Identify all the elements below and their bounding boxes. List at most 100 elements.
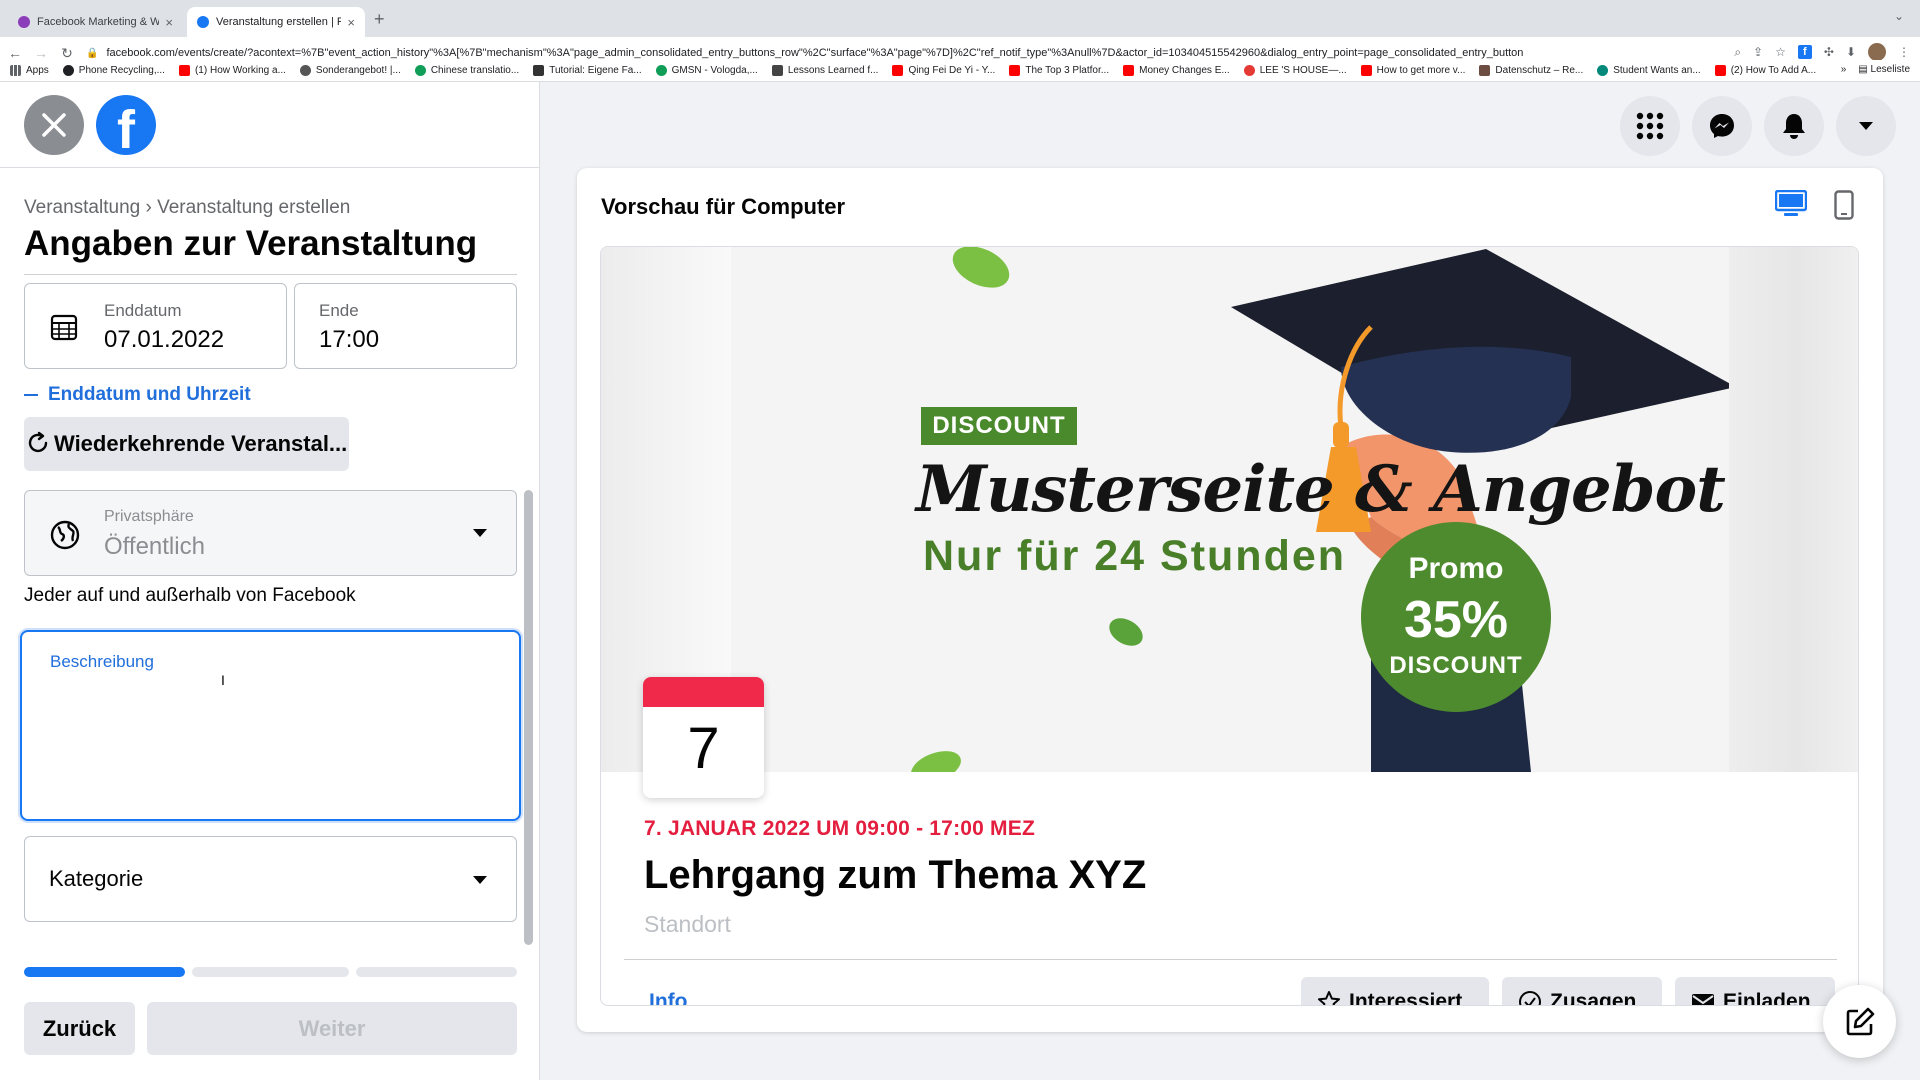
desktop-icon[interactable] (1775, 190, 1807, 218)
progress-step-1 (24, 967, 185, 977)
privacy-value: Öffentlich (104, 533, 205, 560)
tab-favicon-icon (197, 16, 209, 28)
bookmark-item[interactable]: Lessons Learned f... (771, 65, 878, 76)
back-arrow-icon[interactable]: ← (4, 45, 26, 61)
new-tab-button[interactable]: + (374, 9, 385, 30)
bookmark-item[interactable]: Student Wants an... (1597, 65, 1701, 76)
bookmark-apps[interactable]: Apps (10, 65, 49, 76)
extensions-puzzle-icon[interactable]: ✣ (1824, 45, 1834, 59)
end-time-label: Ende (319, 301, 359, 320)
address-bar-icons: ⌕ ⇪ ☆ f ✣ ⬇ ⋮ (1734, 43, 1910, 61)
browser-tabbar: Facebook Marketing & Werbea × Veranstalt… (0, 0, 1920, 37)
invite-button[interactable]: Einladen (1675, 977, 1835, 1005)
grid-menu-icon (1636, 112, 1664, 140)
reading-list-button[interactable]: ▤ Leseliste (1858, 64, 1910, 75)
profile-avatar[interactable] (1868, 43, 1886, 61)
youtube-icon (178, 65, 190, 76)
bookmark-star-icon[interactable]: ☆ (1775, 45, 1786, 59)
accept-button[interactable]: Zusagen (1502, 977, 1662, 1005)
bookmarks-bar: Apps Phone Recycling,... (1) How Working… (0, 60, 1920, 82)
recurring-event-button[interactable]: Wiederkehrende Veranstal... (24, 417, 349, 471)
tab-search-icon[interactable]: ⌄ (1894, 9, 1904, 23)
promo-line-3: DISCOUNT (1389, 652, 1523, 679)
youtube-icon (1009, 65, 1021, 76)
repeat-icon (28, 431, 48, 453)
event-preview: DISCOUNT Musterseite & Angebot Nur für 2… (600, 246, 1859, 1006)
tab-info[interactable]: Info (649, 990, 687, 1005)
bookmark-favicon-icon (62, 65, 74, 76)
bookmark-item[interactable]: LEE 'S HOUSE—... (1243, 65, 1347, 76)
cover-artwork: DISCOUNT Musterseite & Angebot Nur für 2… (731, 247, 1729, 772)
description-textarea[interactable]: Beschreibung I (20, 630, 521, 821)
bookmark-item[interactable]: Phone Recycling,... (62, 65, 165, 76)
bookmark-item[interactable]: Datenschutz – Re... (1479, 65, 1583, 76)
chevron-down-icon (1859, 122, 1873, 130)
reload-icon[interactable]: ↻ (56, 45, 78, 62)
privacy-select[interactable]: Privatsphäre Öffentlich (24, 490, 517, 576)
progress-step-2 (192, 967, 349, 977)
account-menu-button[interactable] (1836, 96, 1896, 156)
download-icon[interactable]: ⬇ (1846, 45, 1856, 59)
mobile-icon[interactable] (1834, 190, 1854, 220)
tab-veranstaltung-erstellen[interactable]: Veranstaltung erstellen | Faceb × (187, 7, 365, 37)
facebook-extension-icon[interactable]: f (1797, 45, 1812, 59)
bookmark-label: Apps (26, 65, 49, 76)
bookmark-item[interactable]: How to get more v... (1360, 65, 1465, 76)
bell-icon (1783, 114, 1805, 139)
bookmark-item[interactable]: Qing Fei De Yi - Y... (892, 65, 995, 76)
tab-close-icon[interactable]: × (165, 15, 173, 30)
interested-button[interactable]: Interessiert (1301, 977, 1489, 1005)
compose-button[interactable] (1823, 985, 1896, 1058)
back-button[interactable]: Zurück (24, 1002, 135, 1055)
scrollbar[interactable] (524, 490, 533, 945)
bookmark-label: Student Wants an... (1613, 65, 1701, 76)
panel-header: f (0, 82, 539, 168)
lock-icon: 🔒 (86, 47, 99, 59)
bookmark-item[interactable]: Tutorial: Eigene Fa... (533, 65, 642, 76)
menu-button[interactable] (1620, 96, 1680, 156)
bookmarks-right: » ▤ Leseliste (1841, 64, 1910, 75)
tab-close-icon[interactable]: × (347, 15, 355, 30)
bookmark-label: Chinese translatio... (430, 65, 520, 76)
forward-arrow-icon[interactable]: → (30, 45, 52, 61)
bookmark-item[interactable]: (2) How To Add A... (1714, 65, 1816, 76)
bookmark-item[interactable]: Money Changes E... (1123, 65, 1230, 76)
divider (24, 274, 517, 275)
progress-step-3 (356, 967, 517, 977)
airbnb-icon (1243, 65, 1255, 76)
zoom-icon[interactable]: ⌕ (1734, 45, 1741, 60)
share-icon[interactable]: ⇪ (1753, 45, 1763, 59)
preview-title: Vorschau für Computer (601, 194, 846, 219)
bookmark-favicon-icon (533, 65, 545, 76)
end-date-field[interactable]: Enddatum 07.01.2022 (24, 283, 287, 369)
desktop-preview-card: Vorschau für Computer DISCOUNT Mustersei… (577, 168, 1883, 1032)
bookmarks-more-button[interactable]: » (1841, 64, 1847, 75)
bookmark-item[interactable]: Sonderangebot! |... (299, 65, 401, 76)
bookmark-favicon-icon (414, 65, 426, 76)
notifications-button[interactable] (1764, 96, 1824, 156)
bookmark-item[interactable]: (1) How Working a... (178, 65, 286, 76)
chrome-menu-icon[interactable]: ⋮ (1898, 45, 1910, 59)
end-date-value: 07.01.2022 (104, 326, 225, 353)
facebook-logo[interactable]: f (96, 95, 156, 155)
bookmark-item[interactable]: The Top 3 Platfor... (1009, 65, 1109, 76)
description-label: Beschreibung (50, 652, 154, 671)
end-time-field[interactable]: Ende 17:00 (294, 283, 517, 369)
calendar-icon (50, 314, 78, 341)
recurring-event-label: Wiederkehrende Veranstal... (54, 431, 348, 456)
check-circle-icon (1519, 991, 1541, 1005)
tab-facebook-marketing[interactable]: Facebook Marketing & Werbea × (8, 7, 183, 37)
messenger-button[interactable] (1692, 96, 1752, 156)
page-title: Angaben zur Veranstaltung (24, 224, 478, 263)
end-date-time-toggle[interactable]: Enddatum und Uhrzeit (24, 384, 251, 406)
bookmark-item[interactable]: Chinese translatio... (414, 65, 520, 76)
divider (624, 959, 1837, 960)
close-button[interactable] (24, 95, 84, 155)
bookmark-favicon-icon (1597, 65, 1609, 76)
bookmark-item[interactable]: GMSN - Vologda,... (655, 65, 758, 76)
next-button[interactable]: Weiter (147, 1002, 517, 1055)
date-badge: 7 (643, 677, 764, 798)
text-cursor-icon: I (221, 672, 225, 688)
category-select[interactable]: Kategorie (24, 836, 517, 922)
bookmark-label: Tutorial: Eigene Fa... (549, 65, 642, 76)
